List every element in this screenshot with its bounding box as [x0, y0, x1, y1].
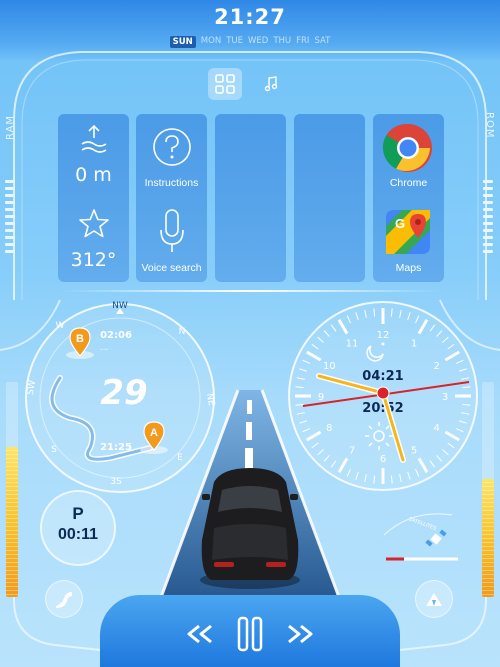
- grid-icon: [215, 74, 235, 94]
- compass-dir-w: W: [56, 321, 65, 331]
- altitude-cell: 0 m: [58, 114, 129, 198]
- speed-value: 29: [100, 373, 147, 413]
- ram-rail: RAM: [3, 70, 19, 275]
- voice-search-button[interactable]: Voice search: [136, 198, 207, 282]
- road-icon: [56, 592, 72, 608]
- previous-track-button[interactable]: [180, 618, 220, 650]
- waypoint-b-time: 02:06: [100, 330, 132, 341]
- compass-dir-s: S: [51, 445, 57, 455]
- parking-timer[interactable]: P 00:11: [40, 490, 116, 566]
- instructions-button[interactable]: Instructions: [136, 114, 207, 198]
- clock-hour-label: 8: [326, 423, 332, 434]
- clock-hour-label: 7: [349, 446, 355, 457]
- satellite-icon: [425, 529, 447, 547]
- clock-hour-label: 10: [323, 361, 336, 372]
- clock-hour-label: 11: [346, 338, 359, 349]
- nav-info-tile: 0 m 312°: [58, 114, 129, 282]
- heading-cell: 312°: [58, 198, 129, 282]
- waypoint-a-time: 21:25: [100, 442, 132, 453]
- tent-icon: [426, 593, 442, 606]
- ram-ticks: [5, 180, 15, 257]
- clock-hour-label: 1: [411, 338, 417, 349]
- maps-app[interactable]: G Maps: [373, 198, 444, 282]
- question-icon: [153, 128, 191, 166]
- chrome-icon: [382, 123, 432, 172]
- rom-rail: ROM: [481, 70, 497, 275]
- satellites-label: SATELLITES: [408, 516, 437, 532]
- rom-label: ROM: [484, 112, 495, 139]
- tab-apps[interactable]: [208, 68, 242, 100]
- camp-mode-button[interactable]: [415, 580, 453, 618]
- waypoint-b-letter: B: [76, 333, 84, 345]
- tab-bar: [208, 68, 288, 100]
- microphone-icon: [160, 209, 184, 252]
- satellites-indicator: SATELLITES: [383, 513, 458, 561]
- pause-icon: [237, 616, 263, 652]
- analog-clock: 121234567891011 04:21 20:52: [288, 301, 478, 491]
- clock-hour-label: 4: [434, 423, 440, 434]
- clock-hour-label: 12: [377, 330, 390, 341]
- altitude-icon: [81, 124, 107, 153]
- moonrise-time: 04:21: [362, 369, 403, 384]
- apps-tile: Chrome G Maps: [373, 114, 444, 282]
- chrome-label: Chrome: [389, 177, 428, 189]
- chrome-app[interactable]: Chrome: [373, 114, 444, 198]
- compass-dial: NW W N SW NE S E 3S B 02:06 ... 29 A 21:…: [25, 301, 216, 493]
- app-tiles: 0 m 312° Instructions Voice search Chrom…: [58, 114, 444, 282]
- compass-dir-nw: NW: [112, 301, 128, 311]
- compass-dir-n: N: [179, 327, 186, 337]
- compass-dir-e: E: [177, 453, 183, 463]
- assist-tile: Instructions Voice search: [136, 114, 207, 282]
- tab-music[interactable]: [254, 68, 288, 100]
- pause-button[interactable]: [230, 612, 270, 656]
- heading-value: 312°: [70, 249, 117, 271]
- ram-label: RAM: [5, 114, 16, 140]
- clock-hour-label: 5: [411, 446, 417, 457]
- car-launcher-screen: 21:27 SUN MON TUE WED THU FRI SAT RAM RO…: [0, 0, 500, 667]
- parking-letter: P: [72, 504, 84, 523]
- parking-time: 00:11: [57, 526, 99, 543]
- waypoint-a-letter: A: [150, 427, 158, 439]
- rom-ticks: [483, 180, 493, 257]
- maps-icon: G: [386, 210, 430, 254]
- next-track-button[interactable]: [280, 618, 320, 650]
- empty-tile-2[interactable]: [294, 114, 365, 282]
- clock-hour-label: 9: [318, 392, 324, 403]
- clock-hour-label: 6: [380, 454, 386, 465]
- altitude-value: 0 m: [75, 164, 112, 186]
- clock-hour-label: 3: [442, 392, 448, 403]
- clock-hour-label: 2: [434, 361, 440, 372]
- voice-search-label: Voice search: [141, 262, 202, 274]
- empty-tile-1[interactable]: [215, 114, 286, 282]
- maps-label: Maps: [395, 262, 422, 274]
- compass-dir-3s: 3S: [110, 477, 122, 487]
- star-icon: [79, 209, 109, 238]
- next-icon: [288, 624, 313, 644]
- instructions-label: Instructions: [144, 177, 199, 189]
- road-mode-button[interactable]: [45, 580, 83, 618]
- waypoint-b-sub: ...: [100, 343, 109, 353]
- svg-text:G: G: [395, 216, 405, 231]
- prev-icon: [187, 624, 212, 644]
- music-note-icon: [264, 76, 278, 92]
